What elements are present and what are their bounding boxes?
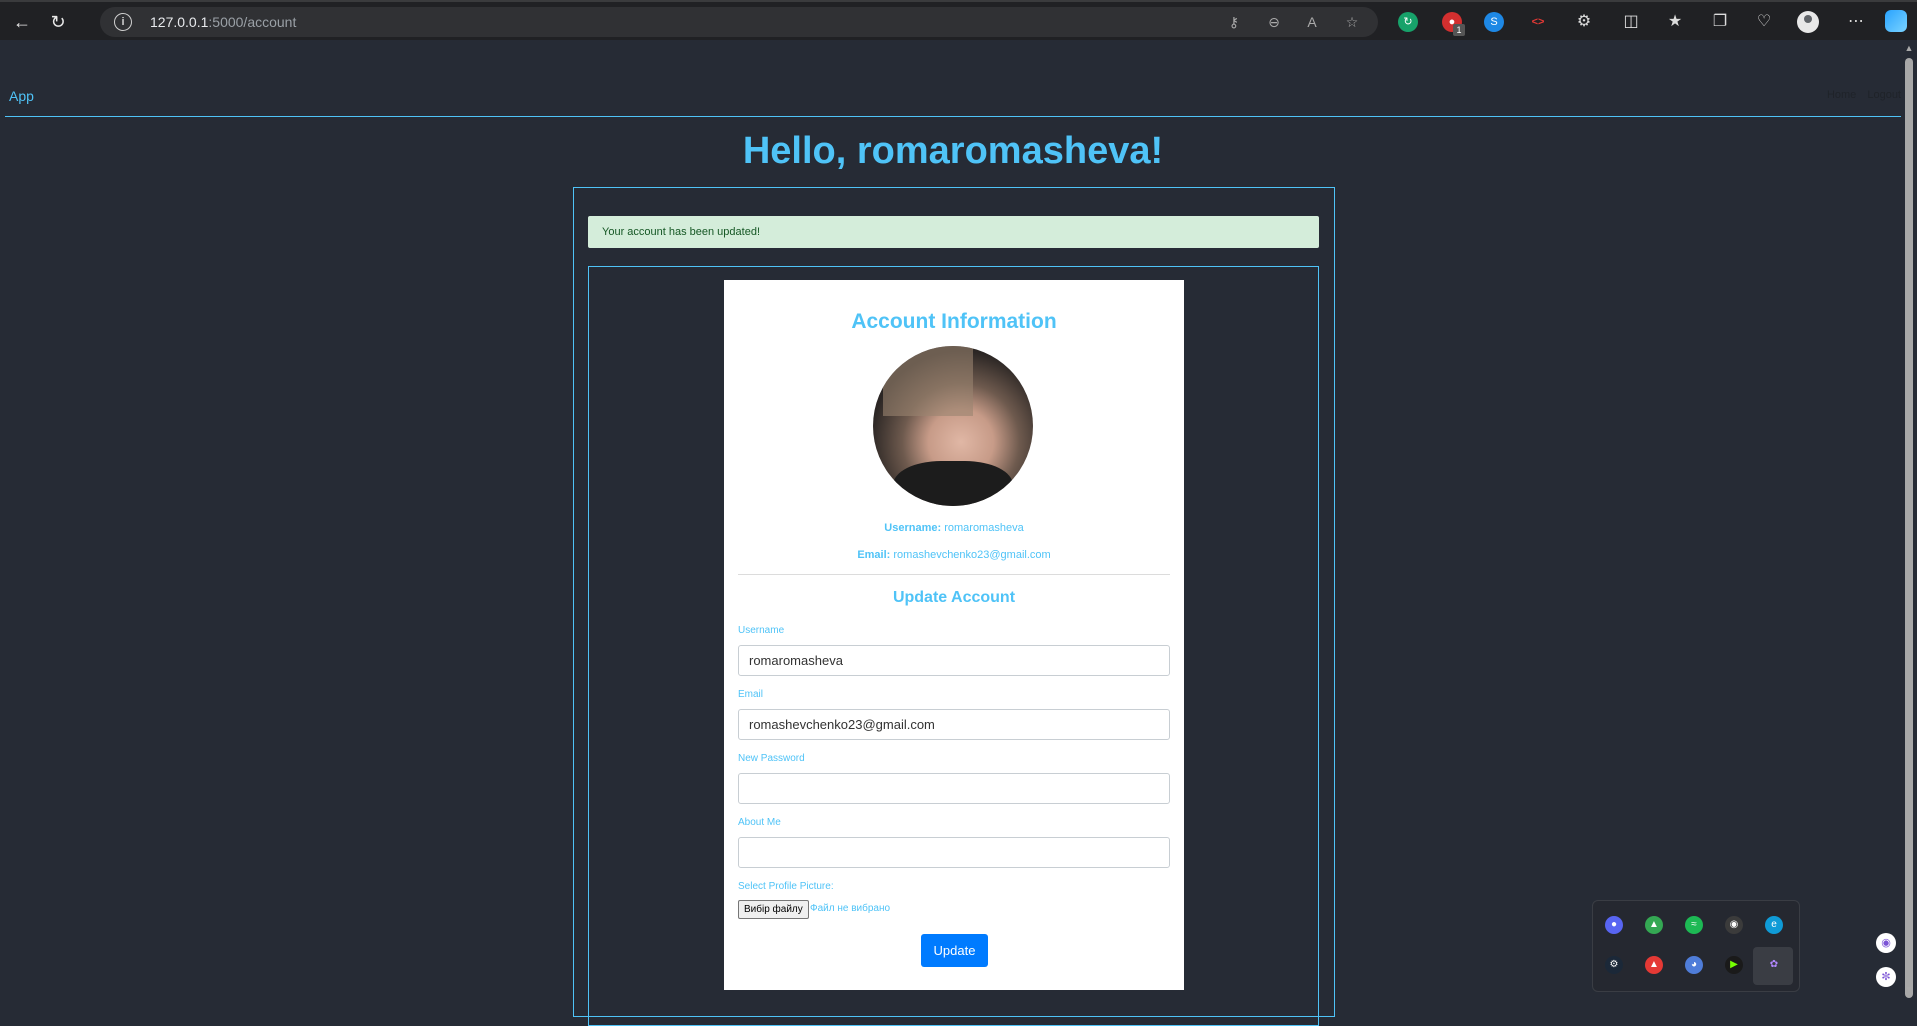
extension-code-icon[interactable]: <>: [1528, 12, 1548, 32]
browser-essentials-icon[interactable]: ♡: [1753, 11, 1775, 33]
update-account-title: Update Account: [892, 589, 1016, 606]
navbar-links: Home Logout: [1819, 89, 1901, 101]
picture-field-label: Select Profile Picture:: [738, 881, 834, 892]
username-info: Username: romaromasheva: [724, 522, 1184, 534]
feather-icon[interactable]: ✿: [1765, 956, 1783, 974]
email-info: Email: romashevchenko23@gmail.com: [724, 549, 1184, 561]
section-divider: [738, 574, 1170, 575]
choose-file-button[interactable]: Вибір файлу: [738, 900, 809, 919]
favorite-star-icon[interactable]: ☆: [1342, 12, 1362, 32]
back-icon[interactable]: ←: [8, 8, 36, 36]
profile-avatar-icon[interactable]: [1797, 11, 1819, 33]
about-field-label: About Me: [738, 817, 781, 828]
copilot-icon[interactable]: [1885, 10, 1907, 32]
username-info-value: romaromasheva: [944, 522, 1024, 534]
update-button[interactable]: Update: [921, 934, 988, 967]
url-text: 127.0.0.1:5000/account: [150, 14, 297, 30]
scroll-up-arrow-icon[interactable]: ▲: [1904, 43, 1914, 53]
key-icon[interactable]: ⚷: [1224, 12, 1244, 32]
split-screen-icon[interactable]: ◫: [1620, 11, 1642, 33]
tray-overflow-popup: ● ▲ ≈ ◉ e ⚙ ▲ ◕ ▶ ✿: [1592, 900, 1800, 992]
password-field-label: New Password: [738, 753, 805, 764]
profile-picture: [873, 346, 1033, 506]
network-globe-icon[interactable]: ◕: [1685, 956, 1703, 974]
nvidia-icon[interactable]: ◉: [1725, 916, 1743, 934]
address-bar[interactable]: i 127.0.0.1:5000/account ⚷ ⊖ A ☆: [100, 7, 1378, 37]
browser-toolbar: ← ↻ i 127.0.0.1:5000/account ⚷ ⊖ A ☆ ↻ ●…: [0, 0, 1917, 40]
email-field-label: Email: [738, 689, 764, 700]
account-card: Account Information Username: romaromash…: [724, 280, 1184, 990]
email-info-value: romashevchenko23@gmail.com: [893, 549, 1051, 561]
google-drive-icon[interactable]: ▲: [1645, 916, 1663, 934]
extension-sync-icon[interactable]: ↻: [1398, 12, 1418, 32]
edge-icon[interactable]: e: [1765, 916, 1783, 934]
navbar-brand[interactable]: App: [9, 88, 34, 104]
username-info-label: Username:: [884, 522, 942, 534]
discord-icon[interactable]: ●: [1605, 916, 1623, 934]
email-input[interactable]: romashevchenko23@gmail.com: [738, 709, 1170, 740]
media-player-icon[interactable]: ▶: [1725, 956, 1743, 974]
extension-badge: 1: [1453, 24, 1465, 36]
steam-icon[interactable]: ⚙: [1605, 956, 1623, 974]
read-aloud-icon[interactable]: A: [1302, 12, 1322, 32]
scroll-thumb[interactable]: [1905, 58, 1913, 998]
extension-shazam-icon[interactable]: S: [1484, 12, 1504, 32]
security-shield-icon[interactable]: ▲: [1645, 956, 1663, 974]
spotify-icon[interactable]: ≈: [1685, 916, 1703, 934]
account-info-title: Account Information: [851, 310, 1057, 333]
about-me-input[interactable]: [738, 837, 1170, 868]
more-menu-icon[interactable]: ⋯: [1845, 11, 1867, 33]
email-info-label: Email:: [857, 549, 891, 561]
username-field-label: Username: [738, 625, 785, 636]
new-password-input[interactable]: [738, 773, 1170, 804]
reload-icon[interactable]: ↻: [44, 8, 72, 36]
translate-icon[interactable]: ◉: [1876, 933, 1896, 953]
success-alert: Your account has been updated!: [588, 216, 1319, 248]
file-status-text: Файл не вибрано: [810, 903, 891, 914]
favorites-icon[interactable]: ★: [1664, 11, 1686, 33]
nav-link-logout[interactable]: Logout: [1867, 89, 1901, 101]
collections-icon[interactable]: ❐: [1709, 11, 1731, 33]
page-greeting: Hello, romaromasheva!: [742, 130, 1164, 172]
username-input[interactable]: romaromasheva: [738, 645, 1170, 676]
site-navbar: [5, 40, 1901, 117]
site-info-icon[interactable]: i: [114, 13, 132, 31]
extensions-puzzle-icon[interactable]: ⚙: [1573, 11, 1595, 33]
scroll-down-arrow-icon[interactable]: ▼: [1904, 984, 1914, 994]
zoom-out-icon[interactable]: ⊖: [1264, 12, 1284, 32]
brain-ai-icon[interactable]: ✼: [1876, 967, 1896, 987]
page-scrollbar[interactable]: ▲ ▼: [1901, 40, 1917, 1000]
nav-link-home[interactable]: Home: [1827, 89, 1856, 101]
